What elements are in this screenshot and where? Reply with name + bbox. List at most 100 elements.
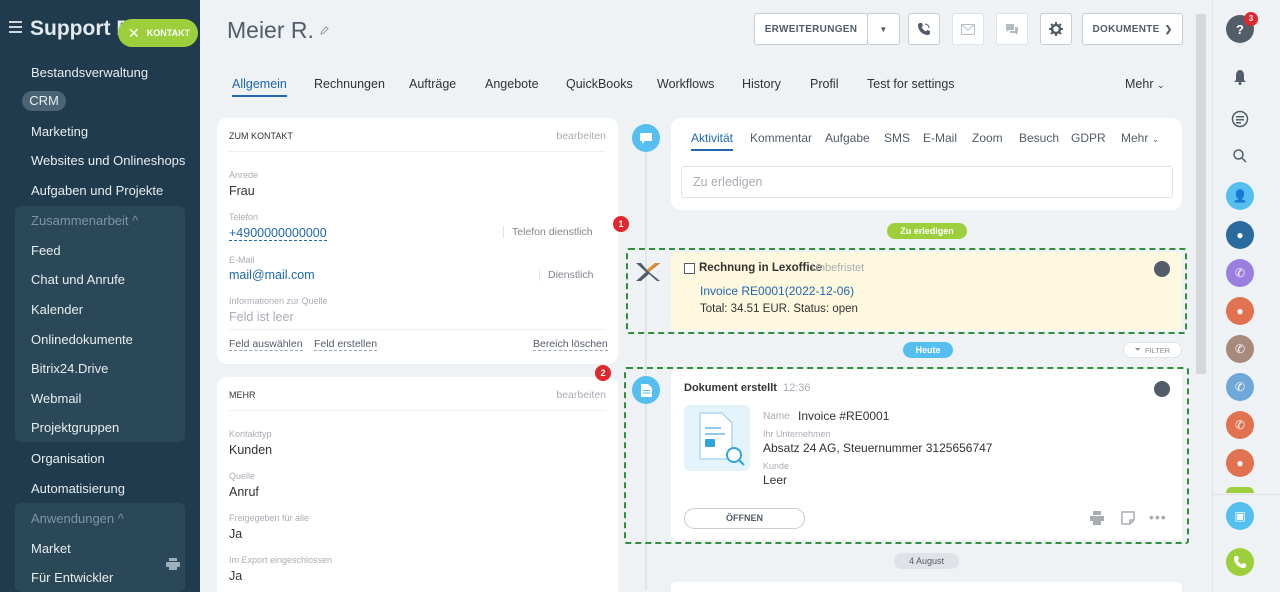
gear-icon (1049, 22, 1063, 36)
email-button[interactable] (952, 13, 984, 45)
todo-item[interactable]: Rechnung in Lexoffice Unbefristet Invoic… (671, 252, 1182, 330)
tab-besuch[interactable]: Besuch (1019, 131, 1059, 145)
tab-zoom[interactable]: Zoom (972, 131, 1003, 145)
tab-test-for-settings[interactable]: Test for settings (867, 77, 955, 91)
start-chat-icon[interactable]: ▣ (1226, 502, 1254, 530)
more-options-icon[interactable]: ••• (1149, 509, 1167, 525)
call-button[interactable] (908, 13, 940, 45)
chat-icon (1006, 24, 1018, 35)
quelle-value: Anruf (229, 485, 259, 499)
sidebar-item-webmail[interactable]: Webmail (31, 391, 81, 406)
tab-angebote[interactable]: Angebote (485, 77, 539, 91)
phone-icon (1234, 556, 1246, 568)
sidebar-group-title-zusammenarbeit[interactable]: Zusammenarbeit ^ (31, 213, 138, 228)
tab-auftraege[interactable]: Aufträge (409, 77, 456, 91)
sidebar-item-projektgruppen[interactable]: Projektgruppen (31, 420, 119, 435)
sidebar-item-organisation[interactable]: Organisation (31, 451, 105, 466)
sidebar-item-market[interactable]: Market (31, 541, 71, 556)
tab-allgemein[interactable]: Allgemein (232, 77, 287, 97)
user-avatar-icon[interactable] (1154, 261, 1170, 277)
section-clear-link[interactable]: Bereich löschen (533, 338, 608, 351)
email-link[interactable]: mail@mail.com (229, 268, 315, 282)
tab-sms[interactable]: SMS (884, 131, 910, 145)
kontakt-close-button[interactable]: ✕ KONTAKT (118, 19, 198, 47)
task-list-icon[interactable] (1226, 105, 1254, 133)
scrollbar-thumb[interactable] (1196, 14, 1206, 374)
field-create-link[interactable]: Feld erstellen (314, 338, 378, 351)
call-contact-icon-3[interactable]: ✆ (1226, 373, 1254, 401)
telefon-link[interactable]: +4900000000000 (229, 226, 327, 241)
bell-icon[interactable] (1226, 63, 1254, 91)
contact-name[interactable]: Meier R. (227, 17, 314, 44)
main-area: Meier R. ERWEITERUNGEN ▼ DOKUMENTE ❯ All… (200, 0, 1195, 592)
sidebar-group-title-anwendungen[interactable]: Anwendungen ^ (31, 511, 124, 526)
settings-button[interactable] (1040, 13, 1072, 45)
divider (229, 410, 606, 411)
erweiterungen-button[interactable]: ERWEITERUNGEN (754, 13, 868, 45)
checkbox[interactable] (684, 263, 695, 274)
chat-button[interactable] (996, 13, 1028, 45)
sidebar-item-automatisierung[interactable]: Automatisierung (31, 481, 125, 496)
sidebar-item-onlinedokumente[interactable]: Onlinedokumente (31, 332, 133, 347)
erweiterungen-dropdown-button[interactable]: ▼ (867, 13, 900, 45)
date-pill: 4 August (894, 553, 959, 569)
menu-icon[interactable] (9, 21, 22, 33)
sidebar-item-marketing[interactable]: Marketing (31, 124, 88, 139)
divider (229, 151, 606, 152)
pencil-icon[interactable] (320, 26, 329, 35)
field-select-link[interactable]: Feld auswählen (229, 338, 303, 351)
tab-quickbooks[interactable]: QuickBooks (566, 77, 633, 91)
phone-icon: ✆ (1234, 380, 1246, 394)
tab-profil[interactable]: Profil (810, 77, 838, 91)
group-chat-icon[interactable]: ● (1226, 221, 1254, 249)
sidebar-item-crm[interactable]: CRM (22, 91, 66, 111)
todo-pill: Zu erledigen (887, 223, 967, 239)
tab-rechnungen[interactable]: Rechnungen (314, 77, 385, 91)
today-pill: Heute (903, 342, 953, 358)
note-icon[interactable] (1121, 511, 1135, 525)
tab-history[interactable]: History (742, 77, 781, 91)
tab-email[interactable]: E-Mail (923, 131, 957, 145)
tab-mehr[interactable]: Mehr ⌄ (1125, 77, 1165, 91)
tab-kommentar[interactable]: Kommentar (750, 131, 812, 145)
close-icon: ✕ (128, 25, 140, 41)
portal-title[interactable]: Support D (30, 17, 131, 41)
open-button[interactable]: ÖFFNEN (684, 508, 805, 529)
tab-aktivitaet[interactable]: Aktivität (691, 131, 734, 151)
search-icon[interactable] (1226, 142, 1254, 170)
question-mark-icon: ? (1236, 21, 1244, 37)
dokumente-button[interactable]: DOKUMENTE ❯ (1082, 13, 1183, 45)
document-item: Dokument erstellt 12:36 Name Invoice #RE… (671, 369, 1182, 540)
invoice-link[interactable]: Invoice RE0001(2022-12-06) (700, 284, 854, 298)
more-card-edit-link[interactable]: bearbeiten (556, 389, 606, 401)
group-contact-icon-2[interactable]: ● (1226, 449, 1254, 477)
tab-aufgabe[interactable]: Aufgabe (825, 131, 870, 145)
name-value: Invoice #RE0001 (798, 409, 890, 423)
sidebar-item-drive[interactable]: Bitrix24.Drive (31, 361, 108, 376)
filter-button[interactable]: ⏷ FILTER (1123, 342, 1182, 358)
sidebar-item-aufgaben[interactable]: Aufgaben und Projekte (31, 183, 163, 198)
call-contact-icon-2[interactable]: ✆ (1226, 335, 1254, 363)
sidebar-item-bestandsverwaltung[interactable]: Bestandsverwaltung (31, 65, 148, 80)
group-contact-icon-1[interactable]: ● (1226, 297, 1254, 325)
contact-card-edit-link[interactable]: bearbeiten (556, 130, 606, 142)
user-avatar-icon[interactable] (1154, 381, 1170, 397)
call-contact-icon-4[interactable]: ✆ (1226, 411, 1254, 439)
sidebar-item-chat[interactable]: Chat und Anrufe (31, 272, 125, 287)
sidebar-item-entwickler[interactable]: Für Entwickler (31, 570, 113, 585)
printer-icon[interactable] (1090, 511, 1104, 525)
contact-center-icon[interactable]: 👤 (1226, 182, 1254, 210)
todo-input[interactable]: Zu erledigen (681, 166, 1173, 198)
tab-gdpr[interactable]: GDPR (1071, 131, 1106, 145)
chevron-down-icon: ⌄ (1156, 80, 1165, 90)
anrede-label: Anrede (229, 170, 259, 180)
sidebar-item-kalender[interactable]: Kalender (31, 302, 83, 317)
document-icon (640, 383, 652, 397)
call-icon[interactable] (1226, 548, 1254, 576)
call-contact-icon-1[interactable]: ✆ (1226, 259, 1254, 287)
tab-workflows[interactable]: Workflows (657, 77, 714, 91)
tab-activity-mehr[interactable]: Mehr ⌄ (1121, 131, 1159, 145)
sidebar-item-feed[interactable]: Feed (31, 243, 61, 258)
printer-icon[interactable] (166, 558, 180, 570)
sidebar-item-websites[interactable]: Websites und Onlineshops (31, 153, 185, 168)
